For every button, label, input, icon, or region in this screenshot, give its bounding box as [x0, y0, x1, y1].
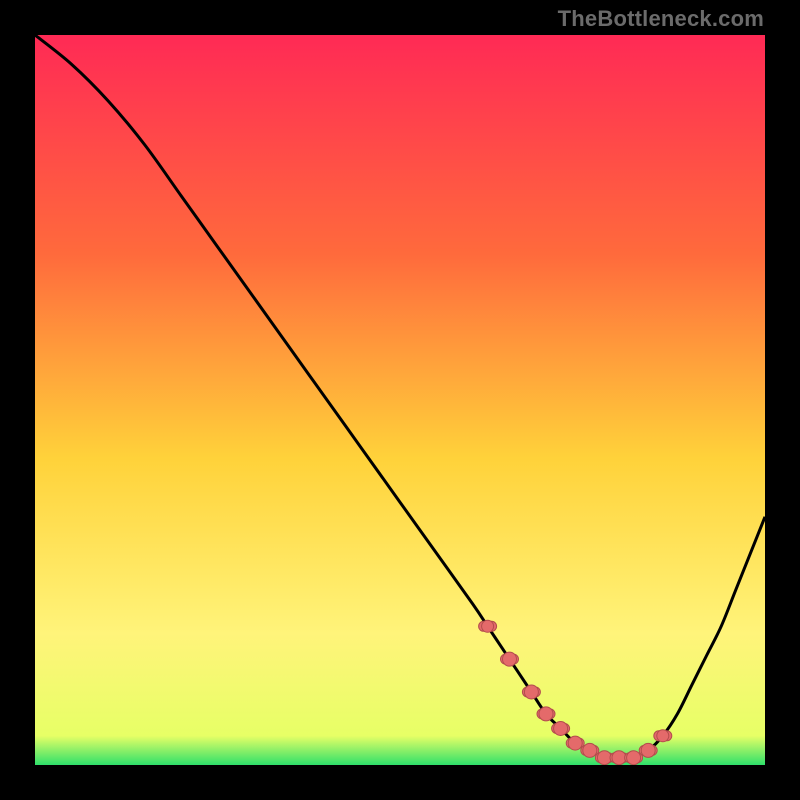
optimal-marker	[522, 685, 540, 699]
optimal-marker	[654, 730, 672, 742]
optimal-marker	[479, 620, 497, 632]
chart-frame	[35, 35, 765, 765]
optimal-marker	[501, 652, 519, 666]
bottleneck-chart	[35, 35, 765, 765]
optimal-marker	[552, 722, 570, 736]
optimal-marker	[639, 743, 657, 757]
optimal-marker	[537, 707, 555, 721]
watermark-text: TheBottleneck.com	[558, 6, 764, 32]
